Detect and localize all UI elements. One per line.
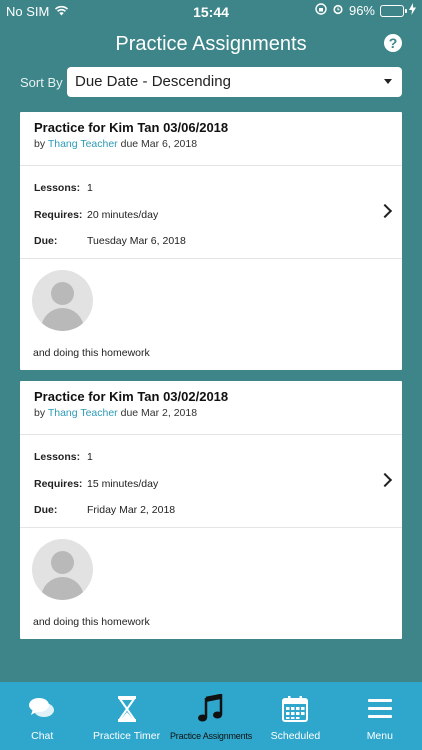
caret-down-icon bbox=[384, 79, 392, 84]
chat-bubbles-icon bbox=[27, 694, 57, 724]
assignment-title: Practice for Kim Tan 03/06/2018 bbox=[34, 120, 229, 135]
due-value: Friday Mar 2, 2018 bbox=[87, 504, 176, 516]
due-row: Due: Friday Mar 2, 2018 bbox=[34, 502, 388, 529]
by-prefix: by bbox=[34, 407, 46, 419]
avatar-shoulders bbox=[41, 577, 84, 600]
assignment-header: Practice for Kim Tan 03/02/2018 by Thang… bbox=[20, 381, 402, 435]
due-value: Tuesday Mar 6, 2018 bbox=[87, 235, 186, 247]
tab-label: Practice Assignments bbox=[169, 731, 253, 741]
assignment-details[interactable]: Lessons: 1 Requires: 20 minutes/day Due:… bbox=[20, 166, 402, 259]
music-note-icon bbox=[196, 693, 226, 724]
header: Practice Assignments ? bbox=[0, 30, 422, 60]
due-short: due Mar 2, 2018 bbox=[120, 407, 198, 419]
assignment-details[interactable]: Lessons: 1 Requires: 15 minutes/day Due:… bbox=[20, 435, 402, 528]
status-bar: No SIM 15:44 96% bbox=[0, 0, 422, 22]
orientation-lock-icon bbox=[315, 3, 327, 18]
assignment-byline: by Thang Teacher due Mar 2, 2018 bbox=[34, 407, 388, 419]
teacher-link[interactable]: Thang Teacher bbox=[48, 138, 118, 150]
requires-value: 20 minutes/day bbox=[87, 208, 159, 221]
avatar-head bbox=[51, 551, 74, 574]
lessons-row: Lessons: 1 bbox=[34, 180, 388, 207]
due-short: due Mar 6, 2018 bbox=[120, 138, 198, 150]
due-label: Due: bbox=[34, 235, 58, 247]
question-circle-icon[interactable]: ? bbox=[384, 34, 402, 52]
avatar bbox=[32, 539, 93, 600]
tab-scheduled[interactable]: Scheduled bbox=[253, 682, 337, 750]
requires-label: Requires: bbox=[34, 477, 83, 490]
due-label: Due: bbox=[34, 504, 58, 516]
avatar-shoulders bbox=[41, 308, 84, 331]
sort-label: Sort By bbox=[20, 74, 63, 90]
assignment-body: and doing this homework bbox=[20, 259, 402, 370]
alarm-icon bbox=[332, 3, 344, 18]
assignment-note: and doing this homework bbox=[33, 347, 150, 359]
sort-dropdown[interactable]: Due Date - Descending bbox=[67, 67, 402, 97]
tab-practice-timer[interactable]: Practice Timer bbox=[84, 682, 168, 750]
charging-bolt-icon bbox=[409, 3, 416, 18]
lessons-row: Lessons: 1 bbox=[34, 449, 388, 476]
tab-label: Scheduled bbox=[270, 730, 321, 742]
lessons-value: 1 bbox=[87, 451, 93, 463]
battery-percent: 96% bbox=[348, 3, 375, 18]
assignment-header: Practice for Kim Tan 03/06/2018 by Thang… bbox=[20, 112, 402, 166]
tab-label: Chat bbox=[31, 730, 54, 742]
hourglass-icon bbox=[112, 694, 142, 724]
assignment-byline: by Thang Teacher due Mar 6, 2018 bbox=[34, 138, 388, 150]
assignment-body: and doing this homework bbox=[20, 528, 402, 639]
tab-bar: Chat Practice Timer Practice Assignments bbox=[0, 682, 422, 750]
assignment-card: Practice for Kim Tan 03/06/2018 by Thang… bbox=[20, 112, 402, 370]
lessons-label: Lessons: bbox=[34, 451, 81, 463]
calendar-icon bbox=[280, 694, 310, 724]
by-prefix: by bbox=[34, 138, 46, 150]
tab-label: Practice Timer bbox=[93, 730, 161, 742]
requires-value: 15 minutes/day bbox=[87, 477, 159, 490]
tab-label: Menu bbox=[366, 730, 393, 742]
hamburger-menu-icon bbox=[365, 694, 395, 724]
sort-selected-value: Due Date - Descending bbox=[75, 73, 231, 90]
sort-row: Sort By Due Date - Descending bbox=[20, 67, 402, 97]
assignment-title: Practice for Kim Tan 03/02/2018 bbox=[34, 389, 229, 404]
requires-row: Requires: 15 minutes/day bbox=[34, 476, 388, 503]
requires-row: Requires: 20 minutes/day bbox=[34, 207, 388, 234]
tab-menu[interactable]: Menu bbox=[338, 682, 422, 750]
requires-label: Requires: bbox=[34, 208, 83, 221]
tab-practice-assignments[interactable]: Practice Assignments bbox=[169, 682, 253, 750]
due-row: Due: Tuesday Mar 6, 2018 bbox=[34, 233, 388, 260]
tab-chat[interactable]: Chat bbox=[0, 682, 84, 750]
avatar bbox=[32, 270, 93, 331]
assignment-card: Practice for Kim Tan 03/02/2018 by Thang… bbox=[20, 381, 402, 639]
assignment-note: and doing this homework bbox=[33, 616, 150, 628]
teacher-link[interactable]: Thang Teacher bbox=[48, 407, 118, 419]
avatar-head bbox=[51, 282, 74, 305]
battery-icon bbox=[380, 4, 407, 17]
page-title: Practice Assignments bbox=[115, 33, 307, 55]
lessons-label: Lessons: bbox=[34, 182, 81, 194]
lessons-value: 1 bbox=[87, 182, 93, 194]
